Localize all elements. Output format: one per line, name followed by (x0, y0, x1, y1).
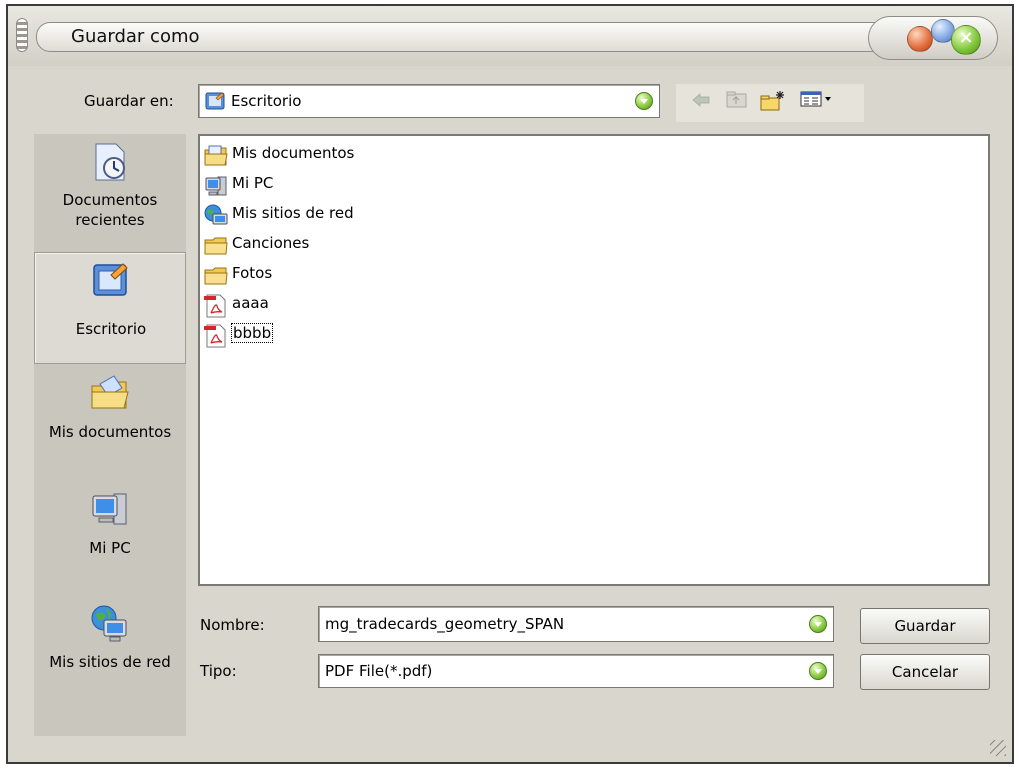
network-places-icon (91, 605, 127, 642)
window-controls: × (868, 16, 998, 60)
filename-input[interactable]: mg_tradecards_geometry_SPAN (318, 606, 834, 642)
places-bar: Documentos recientes Escritorio Mis docu… (34, 134, 186, 736)
save-in-dropdown[interactable]: Escritorio (198, 84, 660, 118)
pdf-file-icon (204, 294, 226, 318)
save-button[interactable]: Guardar (860, 608, 990, 644)
navigation-toolbar (676, 84, 864, 122)
filename-value: mg_tradecards_geometry_SPAN (325, 615, 565, 633)
title-pill: Guardar como (36, 22, 878, 52)
filetype-dropdown[interactable]: PDF File(*.pdf) (318, 654, 834, 688)
desktop-icon (205, 92, 225, 110)
place-label: Mi PC (89, 539, 131, 557)
place-desktop[interactable]: Escritorio (34, 252, 186, 364)
recent-documents-icon (95, 143, 125, 181)
save-as-dialog: Guardar como × Guardar en: Escritorio Do… (6, 4, 1014, 764)
place-my-computer[interactable]: Mi PC (34, 482, 186, 594)
new-folder-icon[interactable] (760, 90, 786, 114)
filetype-value: PDF File(*.pdf) (325, 662, 433, 680)
place-label: Documentos recientes (62, 191, 158, 229)
place-label: Escritorio (75, 320, 147, 338)
place-recent-documents[interactable]: Documentos recientes (34, 134, 186, 246)
file-name: bbbb (230, 323, 274, 343)
up-folder-icon[interactable] (724, 90, 750, 114)
file-name: Mis sitios de red (232, 204, 354, 222)
file-name: Mis documentos (232, 144, 355, 162)
file-name: Mi PC (232, 174, 274, 192)
close-icon[interactable]: × (951, 25, 981, 55)
filename-label: Nombre: (200, 616, 265, 634)
save-in-value: Escritorio (231, 92, 302, 110)
resize-grip-icon[interactable] (990, 740, 1006, 756)
file-list[interactable]: Mis documentos Mi PC Mis sitios de red C… (198, 134, 990, 586)
my-computer-icon (205, 176, 227, 196)
place-network-places[interactable]: Mis sitios de red (34, 596, 186, 708)
my-computer-icon (92, 493, 127, 525)
window-title: Guardar como (71, 26, 200, 47)
cancel-button[interactable]: Cancelar (860, 654, 990, 690)
file-name: Fotos (232, 264, 273, 282)
place-my-documents[interactable]: Mis documentos (34, 366, 186, 478)
place-label: Mis sitios de red (49, 653, 171, 671)
title-bar[interactable]: Guardar como × (8, 6, 1012, 66)
desktop-icon (93, 263, 128, 296)
chevron-down-icon[interactable] (809, 662, 827, 680)
folder-icon (204, 237, 228, 255)
drag-grip-icon[interactable] (16, 18, 28, 52)
minimize-icon[interactable] (907, 26, 933, 52)
view-menu-icon[interactable] (798, 90, 838, 114)
file-name: Canciones (232, 234, 310, 252)
chevron-down-icon[interactable] (809, 615, 827, 633)
save-in-label: Guardar en: (84, 92, 174, 110)
filetype-label: Tipo: (200, 662, 237, 680)
back-arrow-icon[interactable] (688, 90, 714, 114)
file-name: aaaa (232, 294, 269, 312)
folder-icon (204, 267, 228, 285)
chevron-down-icon[interactable] (635, 92, 653, 110)
my-documents-folder-icon (204, 145, 228, 166)
pdf-file-icon (204, 324, 226, 348)
network-places-icon (204, 204, 228, 225)
my-documents-icon (91, 375, 129, 409)
place-label: Mis documentos (48, 423, 172, 441)
